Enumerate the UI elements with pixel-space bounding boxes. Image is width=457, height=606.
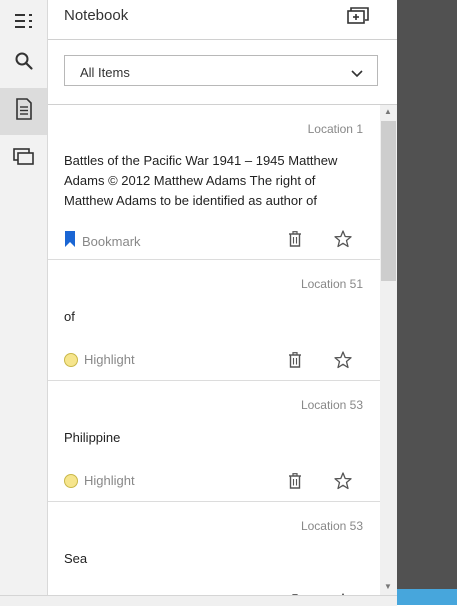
flashcards-button[interactable]: [0, 136, 47, 183]
scrollbar-thumb[interactable]: [381, 121, 396, 281]
star-note-button[interactable]: [334, 230, 352, 253]
star-note-button[interactable]: [334, 472, 352, 495]
star-icon: [334, 230, 352, 248]
cards-icon: [13, 148, 35, 171]
filter-area: All Items: [48, 40, 397, 105]
star-note-button[interactable]: [334, 351, 352, 374]
note-kind-label: Highlight: [84, 352, 135, 367]
note-kind: Highlight: [64, 352, 135, 367]
reading-area: [397, 0, 457, 605]
note-kind: Bookmark: [64, 231, 141, 252]
search-button[interactable]: [0, 40, 47, 87]
notebook-panel: Notebook All Items Locati: [48, 0, 397, 605]
page-title: Notebook: [64, 7, 128, 24]
note-location: Location 53: [301, 398, 363, 412]
note-kind-label: Bookmark: [82, 234, 141, 249]
scroll-up-icon[interactable]: ▲: [384, 107, 392, 116]
list-item[interactable]: Location 51 of Highlight: [48, 260, 380, 381]
new-flashcard-button[interactable]: [345, 6, 371, 30]
delete-note-button[interactable]: [288, 473, 302, 494]
note-text: Philippine: [64, 428, 354, 448]
scroll-down-icon[interactable]: ▼: [384, 582, 392, 591]
note-location: Location 51: [301, 277, 363, 291]
trash-icon: [288, 231, 302, 247]
highlight-icon: [64, 474, 78, 488]
add-card-icon: [347, 7, 369, 30]
document-icon: [15, 98, 33, 125]
notebook-button[interactable]: [0, 88, 47, 135]
bottom-edge: [0, 595, 397, 606]
chevron-down-icon: [351, 65, 363, 83]
note-text: Battles of the Pacific War 1941 – 1945 M…: [64, 151, 354, 211]
highlight-icon: [64, 353, 78, 367]
accent-bar: [397, 589, 457, 605]
note-kind-label: Highlight: [84, 473, 135, 488]
search-icon: [14, 51, 34, 76]
trash-icon: [288, 352, 302, 368]
delete-note-button[interactable]: [288, 231, 302, 252]
panel-header: Notebook: [48, 0, 397, 40]
note-location: Location 1: [308, 122, 363, 136]
note-text: of: [64, 307, 354, 327]
delete-note-button[interactable]: [288, 352, 302, 373]
note-text: Sea: [64, 549, 354, 569]
left-rail: [0, 0, 48, 605]
list-item[interactable]: Location 53 Sea Highlight: [48, 502, 380, 595]
list-item[interactable]: Location 53 Philippine Highlight: [48, 381, 380, 502]
list-item[interactable]: Location 1 Battles of the Pacific War 19…: [48, 105, 380, 260]
notes-list: Location 1 Battles of the Pacific War 19…: [48, 105, 380, 595]
filter-value: All Items: [80, 65, 130, 80]
trash-icon: [288, 473, 302, 489]
list-icon: [14, 12, 34, 35]
star-icon: [334, 472, 352, 490]
bookmark-icon: [64, 231, 76, 252]
note-location: Location 53: [301, 519, 363, 533]
note-kind: Highlight: [64, 473, 135, 488]
notes-scrollbar[interactable]: ▲ ▼: [380, 105, 397, 595]
star-icon: [334, 351, 352, 369]
filter-dropdown[interactable]: All Items: [64, 55, 378, 86]
